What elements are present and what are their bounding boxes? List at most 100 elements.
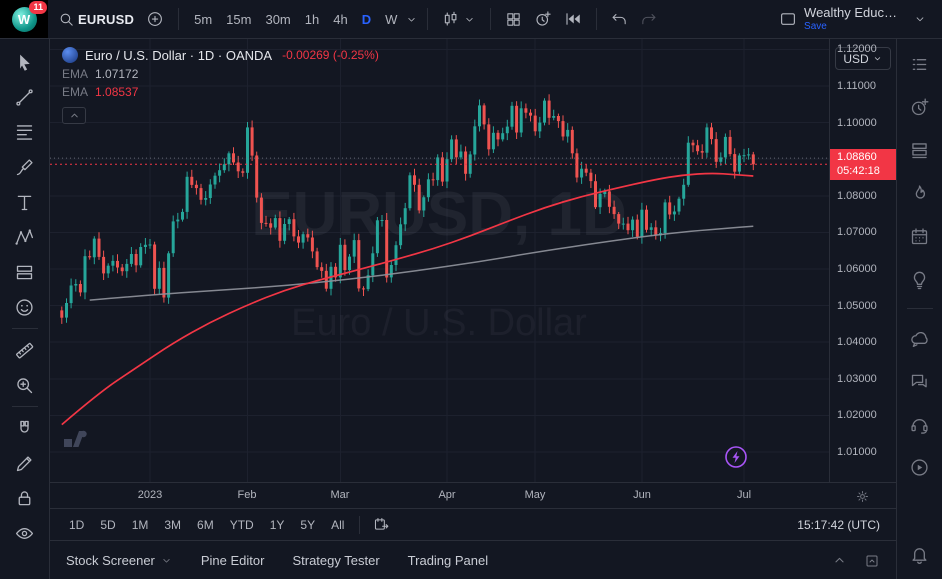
ema-indicator-row-2[interactable]: EMA 1.08537	[62, 85, 379, 99]
ema-value: 1.08537	[95, 85, 138, 99]
alert-clock-icon	[534, 10, 552, 28]
utc-clock[interactable]: 15:17:42 (UTC)	[797, 518, 884, 532]
time-tick-label: May	[525, 489, 546, 501]
range-1y-button[interactable]: 1Y	[263, 515, 292, 535]
bar-replay-button[interactable]	[559, 6, 587, 32]
interval-5m-button[interactable]: 5m	[188, 8, 218, 31]
bottom-tab-stock-screener[interactable]: Stock Screener	[66, 553, 173, 568]
last-price-value: 1.08860	[837, 150, 896, 164]
bell-icon	[909, 544, 930, 565]
chart-settings-button[interactable]	[829, 483, 896, 509]
create-alert-button[interactable]	[529, 6, 557, 32]
alert-clock-icon	[909, 97, 930, 118]
symbol-search-button[interactable]: EURUSD	[53, 7, 139, 32]
trendline-tool[interactable]	[9, 82, 41, 112]
panel-play-circle-button[interactable]	[904, 452, 936, 482]
goto-date-button[interactable]	[368, 512, 395, 537]
layout-manager-button[interactable]: Wealthy Educ… Save	[774, 2, 906, 36]
brush-tool[interactable]	[9, 152, 41, 182]
intervals-menu-icon[interactable]	[405, 13, 418, 26]
brand-logo[interactable]: W 11	[0, 0, 48, 38]
chart-style-button[interactable]	[437, 6, 481, 32]
range-1m-button[interactable]: 1M	[125, 515, 156, 535]
ruler-tool[interactable]	[9, 335, 41, 365]
interval-w-button[interactable]: W	[379, 8, 403, 31]
panel-expand-icon[interactable]	[831, 552, 848, 569]
layout-grid-icon	[505, 11, 522, 28]
chart-region: EURUSD, 1DEuro / U.S. Dollar Euro / U.S.…	[50, 39, 896, 482]
range-6m-button[interactable]: 6M	[190, 515, 221, 535]
xabcd-tool[interactable]	[9, 222, 41, 252]
panel-alert-clock-button[interactable]	[904, 92, 936, 122]
lock-tool[interactable]	[9, 483, 41, 513]
interval-30m-button[interactable]: 30m	[259, 8, 296, 31]
legend-title: Euro / U.S. Dollar · 1D · OANDA	[85, 48, 272, 63]
text-tool-tool[interactable]	[9, 187, 41, 217]
range-1d-button[interactable]: 1D	[62, 515, 91, 535]
interval-d-button[interactable]: D	[356, 8, 377, 31]
ema-indicator-row-1[interactable]: EMA 1.07172	[62, 67, 379, 81]
interval-4h-button[interactable]: 4h	[327, 8, 353, 31]
range-5d-button[interactable]: 5D	[93, 515, 122, 535]
panel-watchlist-button[interactable]	[904, 49, 936, 79]
interval-15m-button[interactable]: 15m	[220, 8, 257, 31]
redo-button[interactable]	[635, 7, 662, 32]
panel-restore-icon[interactable]	[864, 553, 880, 569]
layout-menu-button[interactable]	[908, 8, 932, 30]
toolbar-divider	[12, 406, 38, 407]
magnet-icon	[14, 418, 35, 439]
bottom-tab-trading-panel[interactable]: Trading Panel	[408, 553, 488, 568]
calendar-icon	[909, 226, 930, 247]
range-all-button[interactable]: All	[324, 515, 351, 535]
toolbar-divider	[12, 328, 38, 329]
undo-button[interactable]	[606, 7, 633, 32]
price-tick-label: 1.02000	[837, 409, 877, 422]
price-tick-label: 1.03000	[837, 373, 877, 386]
bottom-tab-strategy-tester[interactable]: Strategy Tester	[292, 553, 379, 568]
fib-tool[interactable]	[9, 117, 41, 147]
magnet-tool[interactable]	[9, 413, 41, 443]
smiley-tool[interactable]	[9, 292, 41, 322]
panel-bubbles-button[interactable]	[904, 366, 936, 396]
screener-caret-icon	[160, 554, 173, 567]
panel-data-window-button[interactable]	[904, 135, 936, 165]
ema-label: EMA	[62, 67, 88, 81]
trendline-icon	[14, 87, 35, 108]
toolbar-divider	[178, 8, 179, 30]
panel-calendar-button[interactable]	[904, 221, 936, 251]
panel-headset-button[interactable]	[904, 409, 936, 439]
range-ytd-button[interactable]: YTD	[223, 515, 261, 535]
pencil-tool[interactable]	[9, 448, 41, 478]
eye-tool[interactable]	[9, 518, 41, 548]
time-tick-label: 2023	[138, 489, 162, 501]
panel-bell-button[interactable]	[904, 539, 936, 569]
cursor-tool[interactable]	[9, 47, 41, 77]
replay-rewind-icon	[564, 10, 582, 28]
ruler-icon	[14, 340, 35, 361]
left-toolbar	[0, 39, 50, 579]
compare-plus-icon	[146, 10, 164, 28]
xabcd-icon	[14, 227, 35, 248]
time-axis[interactable]: 2023FebMarAprMayJunJul	[50, 482, 896, 508]
zoom-tool[interactable]	[9, 370, 41, 400]
range-5y-button[interactable]: 5Y	[293, 515, 322, 535]
bottom-tab-pine-editor[interactable]: Pine Editor	[201, 553, 265, 568]
save-layout-link[interactable]: Save	[804, 21, 897, 33]
legend-collapse-button[interactable]	[62, 107, 86, 124]
panel-flame-button[interactable]	[904, 178, 936, 208]
brush-icon	[14, 157, 35, 178]
watchlist-icon	[909, 54, 930, 75]
bottom-tab-label: Pine Editor	[201, 553, 265, 568]
position-tool[interactable]	[9, 257, 41, 287]
compare-add-symbol-button[interactable]	[141, 6, 169, 32]
bulb-icon	[909, 269, 930, 290]
panel-cloud-chat-button[interactable]	[904, 323, 936, 353]
range-3m-button[interactable]: 3M	[157, 515, 188, 535]
trading-platform: W 11 EURUSD 5m15m30m1h4hDW	[0, 0, 942, 579]
legend-symbol-row[interactable]: Euro / U.S. Dollar · 1D · OANDA -0.00269…	[62, 47, 379, 63]
bottom-tab-label: Stock Screener	[66, 553, 155, 568]
interval-1h-button[interactable]: 1h	[299, 8, 325, 31]
price-axis[interactable]: USD 1.08860 05:42:18 1.120001.110001.100…	[829, 39, 896, 482]
multichart-layout-button[interactable]	[500, 7, 527, 32]
panel-bulb-button[interactable]	[904, 264, 936, 294]
